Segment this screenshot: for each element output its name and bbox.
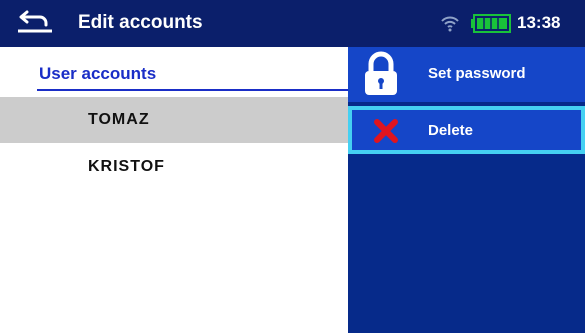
battery-icon [471, 14, 511, 33]
title-bar: Edit accounts 13:38 [0, 0, 585, 47]
delete-button[interactable]: Delete [348, 106, 585, 154]
set-password-button[interactable]: Set password [348, 47, 585, 102]
section-title: User accounts [39, 64, 157, 83]
menu-item-label: Delete [428, 122, 474, 139]
delete-x-icon [374, 119, 398, 143]
page-title: Edit accounts [78, 12, 203, 33]
clock: 13:38 [517, 13, 561, 32]
account-label: TOMAZ [88, 111, 150, 128]
account-row-tomaz[interactable]: TOMAZ [0, 97, 348, 143]
accounts-panel: User accounts TOMAZ KRISTOF [0, 47, 348, 333]
back-arrow-icon[interactable] [18, 8, 52, 34]
account-row-kristof[interactable]: KRISTOF [0, 144, 348, 190]
wifi-icon [441, 16, 459, 32]
lock-icon [365, 51, 397, 95]
menu-item-label: Set password [428, 65, 526, 82]
options-menu: Set password Delete [348, 47, 585, 333]
account-label: KRISTOF [88, 158, 165, 175]
section-divider [37, 89, 348, 91]
